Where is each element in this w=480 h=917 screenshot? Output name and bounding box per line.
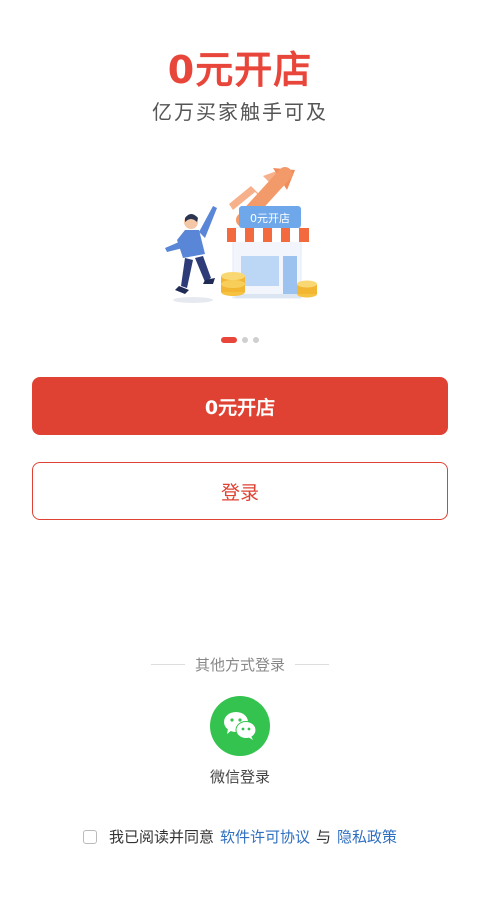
other-login-label: 其他方式登录 [194,656,285,674]
login-button[interactable]: 登录 [32,462,448,520]
other-login-section: 其他方式登录 [0,654,480,675]
open-store-button[interactable]: 0元开店 [32,377,448,435]
privacy-policy-link[interactable]: 隐私政策 [337,826,397,847]
store-sign: 0元开店 [250,211,290,225]
agreement-conjunction: 与 [316,828,332,846]
wechat-login-button[interactable] [210,696,270,756]
agreement-prefix: 我已阅读并同意 [108,828,214,846]
carousel-dot-active[interactable] [221,337,237,343]
agreement-row: 我已阅读并同意 软件许可协议 与 隐私政策 [0,826,480,847]
wechat-login-label: 微信登录 [209,768,270,786]
open-store-illustration: 0元开店 [155,160,325,310]
hero-subtitle: 亿万买家触手可及 [152,100,328,124]
carousel-dot[interactable] [253,337,259,343]
license-agreement-link[interactable]: 软件许可协议 [220,826,310,847]
agreement-checkbox[interactable] [82,829,97,844]
divider-left [150,664,185,665]
carousel-dot[interactable] [242,337,248,343]
hero-title: 0元开店 [167,48,313,92]
divider-right [295,664,329,665]
wechat-icon [224,712,257,740]
carousel-indicator [0,337,480,343]
